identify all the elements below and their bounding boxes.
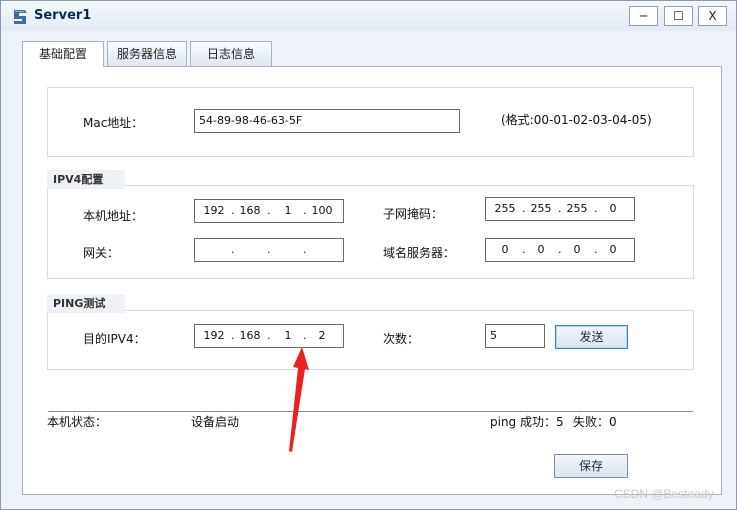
dns-input[interactable]: 0 . 0 . 0 . 0 — [485, 238, 635, 262]
subnet-octet[interactable]: 0 — [600, 198, 626, 220]
status-label: 本机状态： — [47, 415, 108, 429]
subnet-mask-input[interactable]: 255 . 255 . 255 . 0 — [485, 197, 635, 221]
ping-success-text: ping 成功：5 — [490, 413, 564, 430]
annotation-arrow-icon — [289, 347, 309, 452]
ip-dot: . — [231, 243, 235, 256]
minimize-button[interactable]: ─ — [629, 6, 658, 26]
ping-section-label: PING测试 — [47, 294, 125, 313]
ping-success-count: 5 — [556, 415, 564, 429]
window-title: Server1 — [34, 8, 92, 23]
dns-octet[interactable]: 0 — [528, 239, 554, 261]
csdn-watermark: CSDN @Besteady — [614, 487, 714, 501]
tab-server-info[interactable]: 服务器信息 — [107, 41, 187, 66]
gateway-input[interactable]: . . . — [194, 238, 344, 262]
ip-dot: . — [558, 202, 562, 215]
fail-label: 失败： — [573, 415, 610, 429]
maximize-button[interactable]: ☐ — [664, 6, 693, 26]
local-ip-octet[interactable]: 168 — [237, 200, 263, 222]
dest-ip-octet[interactable]: 168 — [237, 325, 263, 347]
subnet-octet[interactable]: 255 — [492, 198, 518, 220]
ipv4-section-label: IPV4配置 — [47, 170, 125, 189]
title-bar[interactable]: Server1 ─ ☐ X — [1, 1, 736, 31]
close-button[interactable]: X — [698, 6, 727, 26]
save-button[interactable]: 保存 — [554, 454, 628, 478]
ping-success-label: ping 成功： — [490, 415, 556, 429]
mac-format-hint: (格式:00-01-02-03-04-05) — [501, 113, 652, 127]
ip-dot: . — [303, 204, 307, 217]
tab-log-info[interactable]: 日志信息 — [190, 41, 272, 66]
local-ip-input[interactable]: 192 . 168 . 1 . 100 — [194, 199, 344, 223]
server1-window: Server1 ─ ☐ X 基础配置 服务器信息 日志信息 Mac地址： 54-… — [0, 0, 737, 510]
minimize-icon: ─ — [639, 9, 648, 23]
close-icon: X — [708, 9, 717, 23]
local-ip-octet[interactable]: 192 — [201, 200, 227, 222]
ip-dot: . — [267, 243, 271, 256]
server-app-icon — [14, 10, 27, 24]
ip-dot: . — [303, 243, 307, 256]
fail-text: 失败：0 — [573, 413, 617, 430]
maximize-icon: ☐ — [673, 9, 684, 23]
ip-dot: . — [522, 243, 526, 256]
dest-ip-input[interactable]: 192 . 168 . 1 . 2 — [194, 324, 344, 348]
dns-label: 域名服务器： — [383, 246, 456, 260]
dns-octet[interactable]: 0 — [600, 239, 626, 261]
ip-dot: . — [231, 204, 235, 217]
dns-octet[interactable]: 0 — [492, 239, 518, 261]
local-ip-label: 本机地址： — [83, 209, 144, 223]
dest-ip-octet[interactable]: 192 — [201, 325, 227, 347]
count-input[interactable]: 5 — [485, 324, 545, 348]
ip-dot: . — [231, 329, 235, 342]
ip-dot: . — [594, 243, 598, 256]
fail-count: 0 — [609, 415, 617, 429]
ip-dot: . — [558, 243, 562, 256]
status-divider — [48, 411, 693, 412]
local-ip-octet[interactable]: 100 — [309, 200, 335, 222]
gateway-label: 网关： — [83, 246, 120, 260]
mac-label: Mac地址： — [83, 116, 144, 130]
ip-dot: . — [267, 329, 271, 342]
dns-octet[interactable]: 0 — [564, 239, 590, 261]
subnet-octet[interactable]: 255 — [564, 198, 590, 220]
ip-dot: . — [522, 202, 526, 215]
send-button[interactable]: 发送 — [555, 325, 628, 349]
ip-dot: . — [267, 204, 271, 217]
dest-ip-label: 目的IPV4： — [83, 332, 146, 346]
subnet-octet[interactable]: 255 — [528, 198, 554, 220]
tab-basic-config[interactable]: 基础配置 — [22, 41, 104, 67]
subnet-mask-label: 子网掩码： — [383, 207, 444, 221]
local-ip-octet[interactable]: 1 — [275, 200, 301, 222]
mac-address-input[interactable]: 54-89-98-46-63-5F — [194, 109, 460, 133]
status-value: 设备启动 — [191, 415, 240, 429]
count-label: 次数： — [383, 332, 420, 346]
ip-dot: . — [594, 202, 598, 215]
